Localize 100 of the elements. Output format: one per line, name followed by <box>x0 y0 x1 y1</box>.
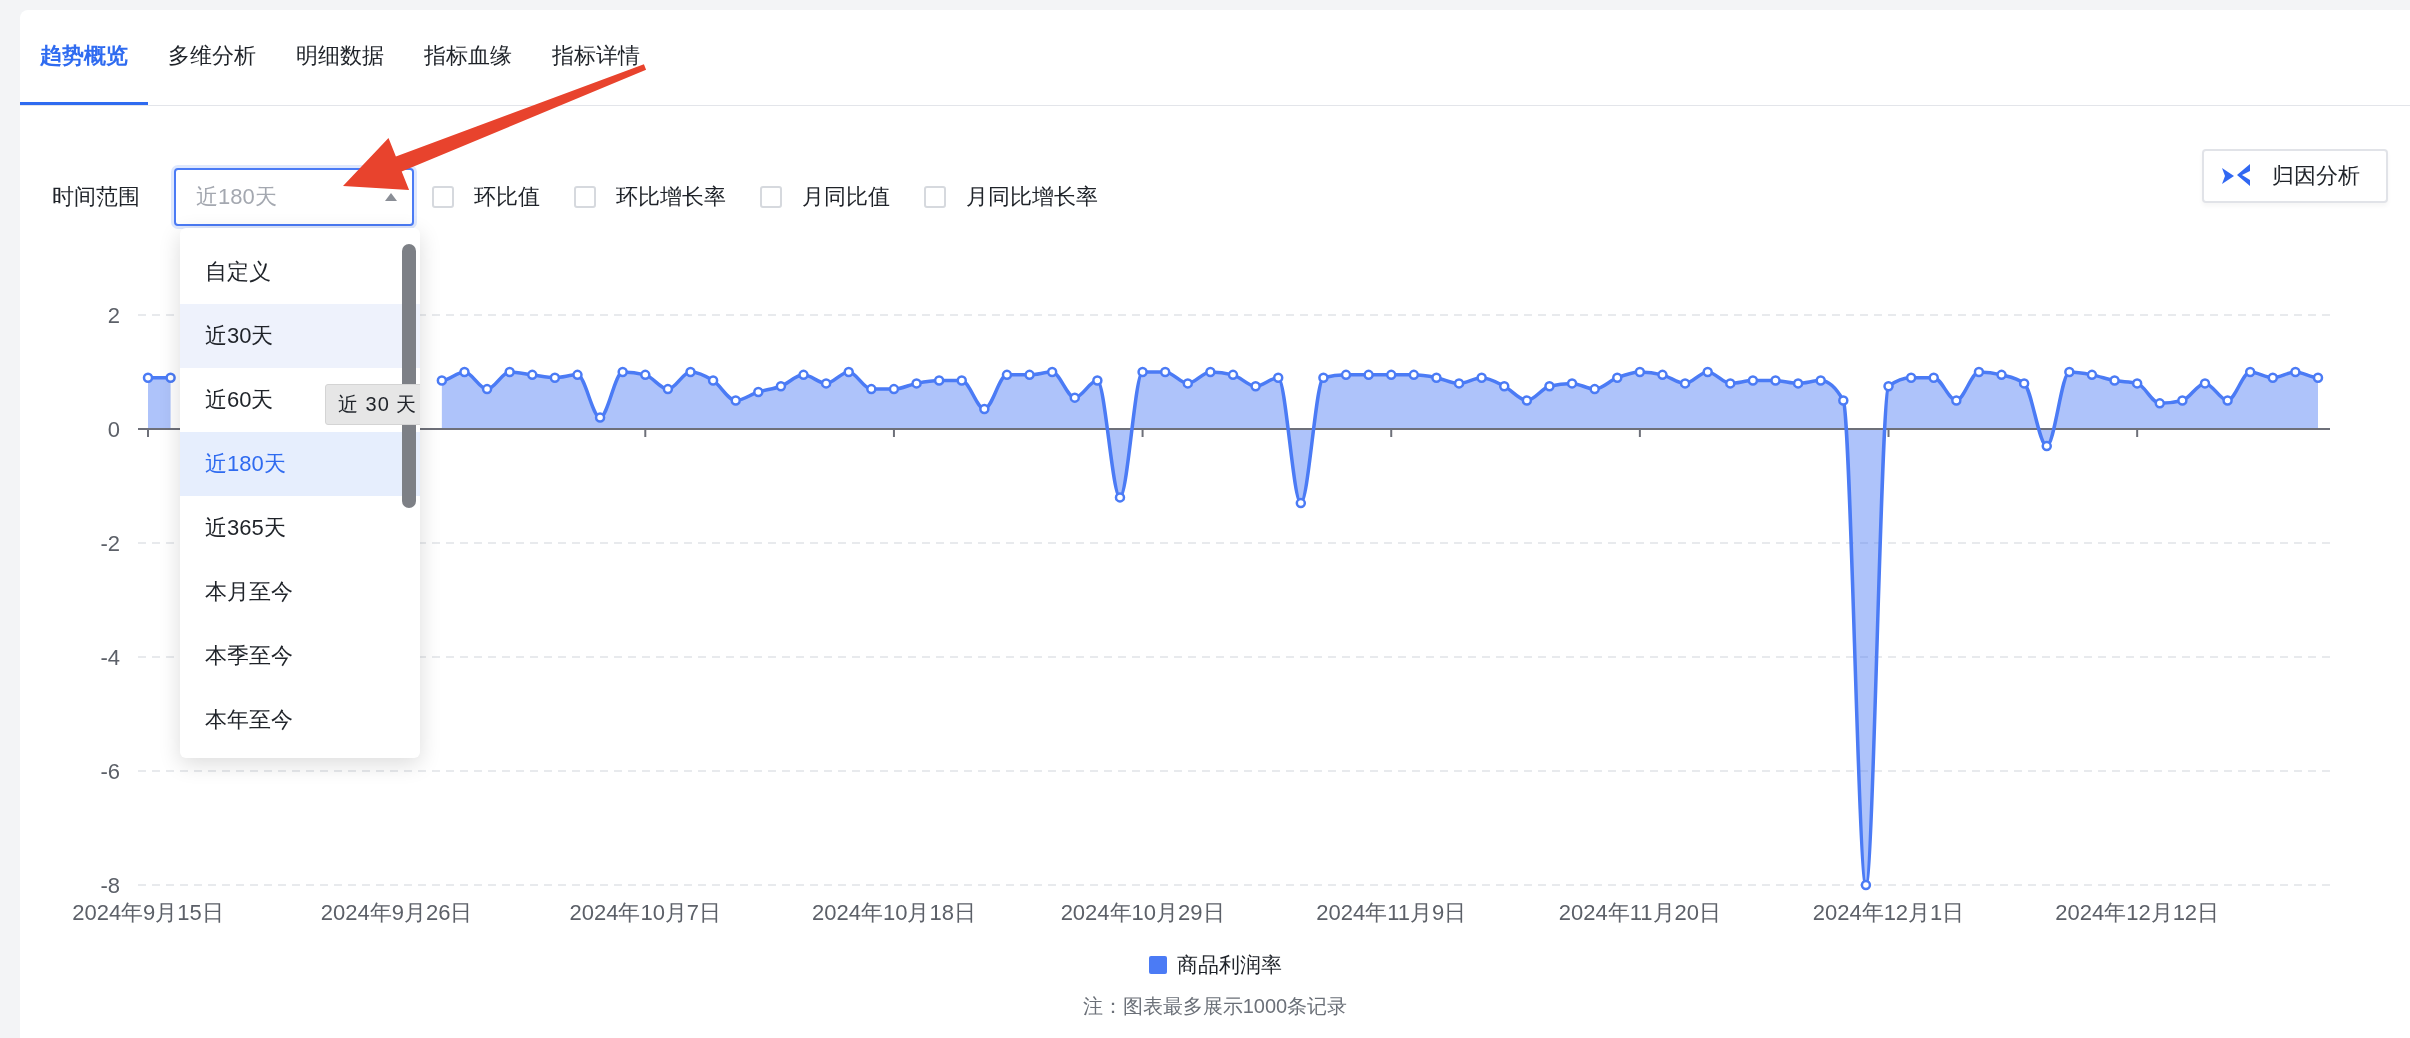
data-point <box>2018 378 2030 389</box>
data-point <box>1024 369 1035 381</box>
data-point <box>1566 378 1578 389</box>
axis-label: 2024年11月20日 <box>1558 900 1721 925</box>
data-point <box>1973 366 1985 378</box>
data-point <box>1272 372 1284 383</box>
data-point <box>504 366 515 378</box>
data-point <box>820 378 832 389</box>
data-point <box>436 375 448 386</box>
dropdown-option[interactable]: 本季至今 <box>180 624 420 688</box>
axis-label: 2024年11月9日 <box>1316 900 1467 925</box>
data-point <box>2199 378 2211 389</box>
dropdown-option[interactable]: 近30天 <box>180 304 420 368</box>
data-point <box>2131 378 2143 389</box>
axis-label: -6 <box>100 759 120 784</box>
data-point <box>1770 375 1781 386</box>
data-point <box>775 381 787 392</box>
data-point <box>481 383 493 395</box>
legend-label[interactable]: 商品利润率 <box>1176 951 1282 979</box>
data-point <box>1860 879 1872 891</box>
axis-label: -4 <box>100 645 120 670</box>
data-point <box>617 366 628 378</box>
tab[interactable]: 趋势概览 <box>20 10 148 105</box>
data-point <box>1657 369 1668 381</box>
data-point <box>730 395 741 406</box>
data-point <box>662 383 674 395</box>
data-point <box>1905 372 1917 383</box>
data-point <box>1363 369 1374 381</box>
data-point <box>956 375 967 386</box>
tab[interactable]: 多维分析 <box>148 10 276 105</box>
data-point <box>1928 372 1939 383</box>
data-point <box>1725 378 1736 389</box>
caret-icon <box>384 192 398 202</box>
axis-label: 2024年12月12日 <box>2055 900 2220 925</box>
data-point <box>1182 378 1194 389</box>
checkbox[interactable] <box>432 186 454 208</box>
axis-label: 2024年9月26日 <box>320 900 473 925</box>
data-point <box>1883 381 1894 392</box>
data-point <box>753 386 764 398</box>
data-point <box>2312 372 2324 383</box>
data-point <box>2041 440 2052 452</box>
data-point <box>707 375 719 386</box>
dropdown-option[interactable]: 本月至今 <box>180 560 420 624</box>
time-range-select[interactable]: 近180天 <box>174 168 414 226</box>
data-point <box>2222 395 2233 406</box>
data-point <box>572 369 583 381</box>
data-point <box>2109 375 2120 386</box>
data-point <box>1114 492 1126 503</box>
data-point <box>2290 366 2301 378</box>
data-point <box>1702 366 1713 378</box>
checkbox-label[interactable]: 月同比增长率 <box>966 182 1098 212</box>
data-point <box>2244 366 2256 378</box>
data-point <box>1046 366 1058 378</box>
data-point <box>2177 395 2188 406</box>
checkbox-label[interactable]: 环比增长率 <box>616 182 726 212</box>
checkbox-label[interactable]: 月同比值 <box>802 182 890 212</box>
data-point <box>866 383 877 395</box>
data-point <box>2267 372 2279 383</box>
data-point <box>888 383 900 395</box>
data-point <box>1069 392 1080 403</box>
data-point <box>1408 369 1420 381</box>
tab[interactable]: 指标血缘 <box>404 10 532 105</box>
checkbox-label[interactable]: 环比值 <box>474 182 540 212</box>
dropdown-option[interactable]: 近180天 <box>180 432 420 496</box>
data-point <box>142 372 154 383</box>
data-point <box>1159 366 1171 378</box>
checkbox[interactable] <box>574 186 596 208</box>
dropdown-option[interactable]: 自定义 <box>180 240 420 304</box>
filter-label: 时间范围 <box>52 183 140 211</box>
data-point <box>2086 369 2098 381</box>
data-point <box>1996 369 2007 381</box>
data-point <box>1792 378 1804 389</box>
data-point <box>549 372 561 383</box>
checkbox[interactable] <box>924 186 946 208</box>
chart-note: 注：图表最多展示1000条记录 <box>1081 994 1349 1019</box>
data-point <box>1205 366 1216 378</box>
dropdown-option[interactable]: 本年至今 <box>180 688 420 752</box>
checkbox[interactable] <box>760 186 782 208</box>
tooltip: 近 30 天 <box>325 384 420 425</box>
data-point <box>1092 375 1103 386</box>
data-point <box>1838 395 1849 406</box>
data-point <box>911 378 922 389</box>
axis-label: 2024年9月15日 <box>72 900 224 925</box>
axis-label: 2024年12月1日 <box>1812 900 1965 925</box>
tab[interactable]: 明细数据 <box>276 10 404 105</box>
data-point <box>1431 372 1442 383</box>
attribution-button[interactable]: 归因分析 <box>2202 149 2388 203</box>
data-point <box>1227 369 1239 381</box>
data-point <box>933 375 945 386</box>
data-point <box>459 366 470 378</box>
data-point <box>594 412 606 423</box>
axis-label: -8 <box>100 873 120 898</box>
data-point <box>843 366 854 378</box>
axis-label: 2 <box>107 303 120 328</box>
data-point <box>1521 395 1533 406</box>
data-point <box>527 369 538 381</box>
dropdown-option[interactable]: 近365天 <box>180 496 420 560</box>
data-point <box>1951 395 1962 406</box>
tab[interactable]: 指标详情 <box>532 10 660 105</box>
axis-label: 0 <box>107 417 120 442</box>
